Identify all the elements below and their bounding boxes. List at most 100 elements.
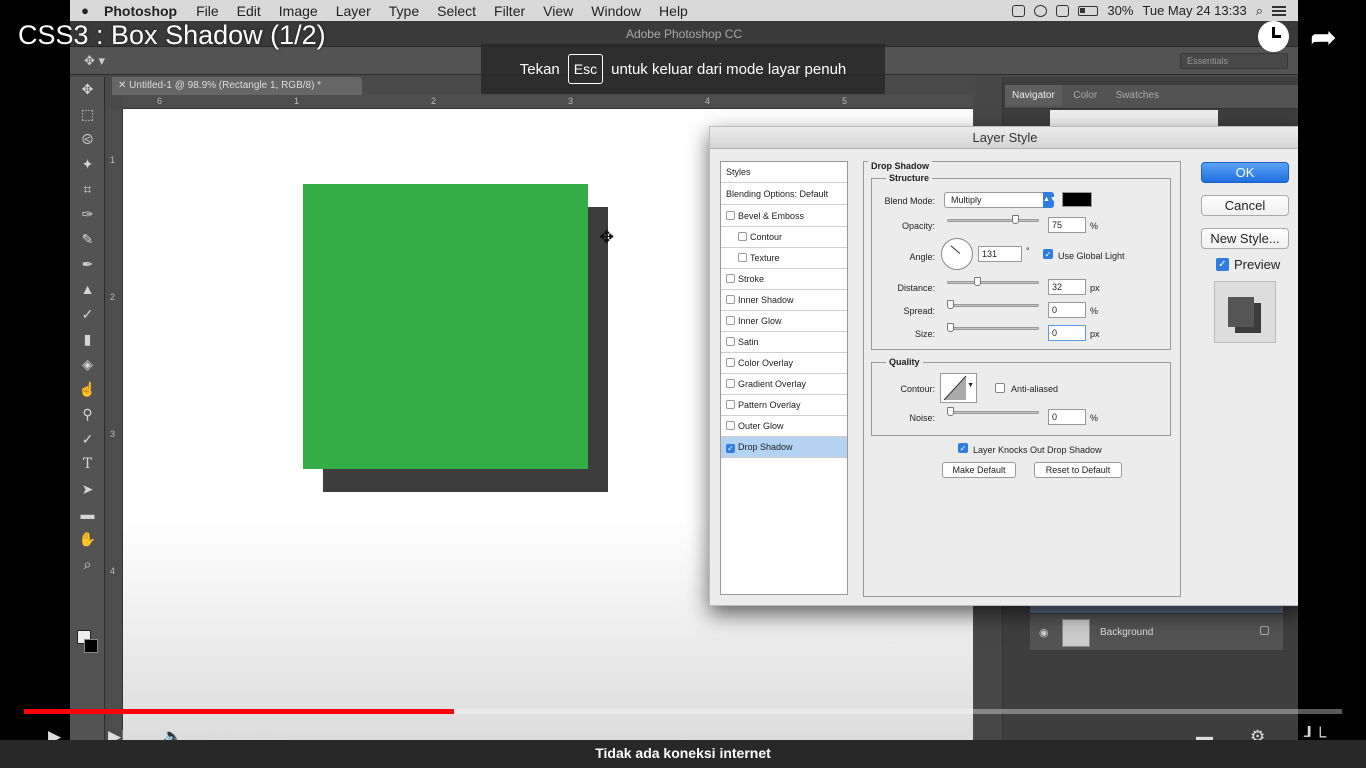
slider-thumb[interactable] [974, 277, 981, 286]
style-checkbox[interactable] [738, 232, 747, 241]
green-rectangle-layer[interactable] [303, 184, 588, 469]
opacity-slider[interactable] [947, 215, 1039, 224]
slider-thumb[interactable] [947, 323, 954, 332]
spread-slider[interactable] [947, 300, 1039, 309]
style-checkbox[interactable] [726, 421, 735, 430]
menu-select[interactable]: Select [428, 3, 485, 19]
crop-icon[interactable]: ⌗ [70, 177, 105, 202]
menubar-clock[interactable]: Tue May 24 13:33 [1142, 3, 1246, 18]
style-item[interactable]: Texture [721, 248, 847, 269]
anti-aliased-checkbox[interactable] [995, 383, 1005, 393]
video-title[interactable]: CSS3 : Box Shadow (1/2) [18, 20, 326, 51]
style-item[interactable]: Bevel & Emboss [721, 206, 847, 227]
new-style-button[interactable]: New Style... [1201, 228, 1289, 249]
menu-filter[interactable]: Filter [485, 3, 534, 19]
styles-header[interactable]: Styles [721, 162, 847, 183]
blend-mode-select[interactable]: Multiply ▲▼ [944, 192, 1057, 208]
menu-view[interactable]: View [534, 3, 582, 19]
healing-brush-icon[interactable]: ✎ [70, 227, 105, 252]
next-icon[interactable]: ▶| [108, 727, 126, 740]
style-item[interactable]: Pattern Overlay [721, 395, 847, 416]
reset-default-button[interactable]: Reset to Default [1034, 462, 1122, 478]
paint-bucket-icon[interactable]: ◈ [70, 352, 105, 377]
opacity-input[interactable]: 75 [1048, 217, 1086, 233]
lasso-icon[interactable]: ⧀ [70, 127, 105, 152]
style-checkbox[interactable] [726, 337, 735, 346]
eraser-icon[interactable]: ▮ [70, 327, 105, 352]
style-item[interactable]: Color Overlay [721, 353, 847, 374]
shadow-color-swatch[interactable] [1062, 192, 1092, 207]
menu-file[interactable]: File [187, 3, 228, 19]
blending-options-item[interactable]: Blending Options: Default [721, 184, 847, 205]
camera-icon[interactable] [1012, 4, 1026, 17]
wifi-icon[interactable] [1034, 4, 1048, 17]
menu-app-name[interactable]: Photoshop [100, 3, 187, 19]
magic-wand-icon[interactable]: ✦ [70, 152, 105, 177]
chevron-down-icon[interactable]: ⌄ [676, 727, 690, 740]
history-brush-icon[interactable]: ✓ [70, 302, 105, 327]
pen-icon[interactable]: ✓ [70, 427, 105, 452]
menu-window[interactable]: Window [582, 3, 650, 19]
style-item[interactable]: Gradient Overlay [721, 374, 847, 395]
apple-icon[interactable]: ● [70, 3, 100, 18]
menu-image[interactable]: Image [270, 3, 327, 19]
dodge-icon[interactable]: ⚲ [70, 402, 105, 427]
close-tab-icon[interactable]: ✕ [118, 80, 129, 91]
brush-icon[interactable]: ✒ [70, 252, 105, 277]
play-icon[interactable]: ▶ [48, 727, 61, 740]
style-item[interactable]: Inner Shadow [721, 290, 847, 311]
style-checkbox[interactable] [726, 358, 735, 367]
style-checkbox[interactable] [726, 379, 735, 388]
menu-type[interactable]: Type [380, 3, 428, 19]
stamp-icon[interactable]: ▲ [70, 277, 105, 302]
video-frame[interactable]: ● Photoshop File Edit Image Layer Type S… [70, 0, 1298, 740]
tab-color[interactable]: Color [1066, 85, 1104, 106]
background-color-swatch[interactable] [84, 639, 98, 653]
style-item[interactable]: Satin [721, 332, 847, 353]
zoom-icon[interactable]: ⌕ [70, 552, 105, 577]
slider-thumb[interactable] [947, 300, 954, 309]
style-checkbox[interactable] [726, 211, 735, 220]
tab-swatches[interactable]: Swatches [1109, 85, 1166, 106]
use-global-light-checkbox[interactable]: ✓ [1043, 249, 1053, 259]
distance-slider[interactable] [947, 277, 1039, 286]
tab-navigator[interactable]: Navigator [1005, 85, 1062, 106]
type-icon[interactable]: T [70, 452, 105, 477]
battery-icon[interactable] [1078, 5, 1099, 16]
ok-button[interactable]: OK [1201, 162, 1289, 183]
volume-icon[interactable]: 🔈 [162, 727, 183, 740]
style-checkbox[interactable] [726, 400, 735, 409]
menu-help[interactable]: Help [650, 3, 697, 19]
move-icon[interactable]: ✥ [70, 77, 105, 102]
share-arrow-icon[interactable]: ➦ [1310, 18, 1337, 56]
preview-checkbox[interactable]: ✓ [1216, 258, 1229, 271]
style-item[interactable]: Outer Glow [721, 416, 847, 437]
workspace-select[interactable]: Essentials [1180, 53, 1288, 69]
subtitles-icon[interactable]: ▬ [1196, 727, 1213, 740]
make-default-button[interactable]: Make Default [942, 462, 1016, 478]
slider-thumb[interactable] [947, 407, 954, 416]
style-checkbox[interactable] [726, 295, 735, 304]
move-tool-icon[interactable]: ✥ ▾ [84, 53, 105, 69]
slider-thumb[interactable] [1012, 215, 1019, 224]
hand-icon[interactable]: ✋ [70, 527, 105, 552]
layer-row-background[interactable]: ◉ Background [1030, 613, 1283, 651]
menu-layer[interactable]: Layer [327, 3, 380, 19]
marquee-icon[interactable]: ⬚ [70, 102, 105, 127]
cancel-button[interactable]: Cancel [1201, 195, 1289, 216]
size-input[interactable]: 0 [1048, 325, 1086, 341]
style-item[interactable]: ✓ Drop Shadow [721, 437, 847, 458]
style-checkbox[interactable]: ✓ [726, 444, 735, 453]
rectangle-icon[interactable]: ▬ [70, 502, 105, 527]
size-slider[interactable] [947, 323, 1039, 332]
style-item[interactable]: Inner Glow [721, 311, 847, 332]
contour-picker[interactable]: ▼ [940, 373, 977, 403]
style-item[interactable]: Stroke [721, 269, 847, 290]
display-icon[interactable] [1056, 4, 1070, 17]
document-tab[interactable]: ✕ Untitled-1 @ 98.9% (Rectangle 1, RGB/8… [112, 77, 362, 95]
smudge-icon[interactable]: ☝ [70, 377, 105, 402]
distance-input[interactable]: 32 [1048, 279, 1086, 295]
menu-edit[interactable]: Edit [228, 3, 270, 19]
notification-center-icon[interactable] [1272, 5, 1286, 16]
visibility-eye-icon[interactable]: ◉ [1039, 626, 1049, 639]
